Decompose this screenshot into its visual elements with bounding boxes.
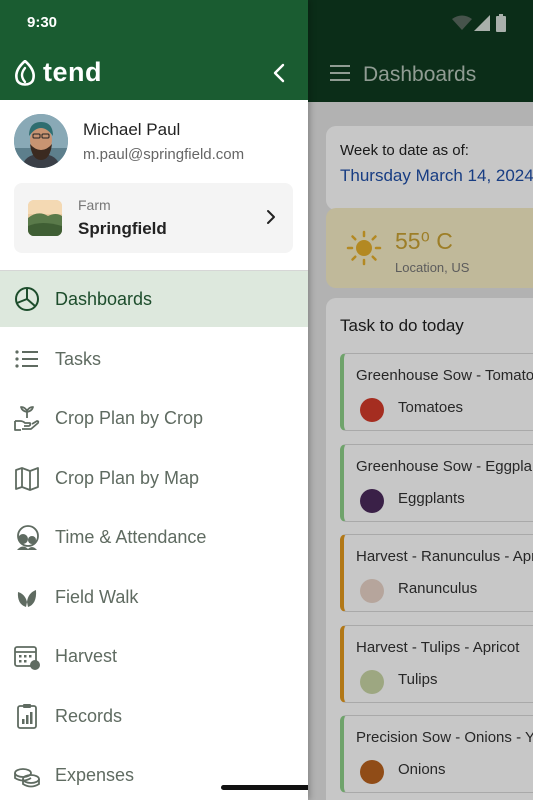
farm-name: Springfield bbox=[78, 219, 167, 238]
people-clock-icon bbox=[17, 525, 39, 550]
nav-item-field-walk[interactable]: Field Walk bbox=[0, 569, 308, 625]
nav-item-tasks[interactable]: Tasks bbox=[0, 331, 308, 387]
tend-logo-icon bbox=[14, 60, 36, 86]
pie-chart-icon bbox=[15, 287, 39, 311]
nav-item-time-and-attendance[interactable]: Time & Attendance bbox=[0, 509, 308, 565]
list-icon bbox=[15, 349, 38, 368]
user-profile: Michael Paul m.paul@springfield.com Farm… bbox=[0, 100, 308, 270]
brand-name: tend bbox=[43, 57, 102, 87]
nav-item-crop-plan-by-map[interactable]: Crop Plan by Map bbox=[0, 450, 308, 506]
seedling-hand-icon bbox=[14, 406, 40, 431]
user-name: Michael Paul bbox=[83, 120, 181, 139]
nav-item-dashboards[interactable]: Dashboards bbox=[0, 271, 308, 327]
nav-item-label: Expenses bbox=[55, 765, 135, 785]
navigation-drawer: 9:30 tend Michael Paul m.paul@springfiel… bbox=[0, 0, 308, 800]
nav-item-harvest[interactable]: Harvest bbox=[0, 628, 308, 684]
drawer-header: tend bbox=[0, 46, 308, 100]
nav-item-label: Tasks bbox=[55, 348, 102, 369]
avatar[interactable] bbox=[14, 114, 68, 168]
nav-item-label: Crop Plan by Crop bbox=[55, 408, 204, 428]
nav-item-expenses[interactable]: Expenses bbox=[0, 747, 308, 800]
farm-label: Farm bbox=[78, 197, 111, 213]
coins-icon bbox=[14, 768, 40, 788]
nav-item-crop-plan-by-crop[interactable]: Crop Plan by Crop bbox=[0, 390, 308, 446]
farm-thumbnail bbox=[28, 200, 62, 236]
nav-item-label: Crop Plan by Map bbox=[55, 467, 200, 488]
user-email: m.paul@springfield.com bbox=[83, 146, 245, 163]
nav-item-label: Harvest bbox=[55, 646, 118, 666]
home-indicator[interactable] bbox=[221, 785, 308, 790]
status-time: 9:30 bbox=[27, 14, 58, 31]
calendar-harvest-icon bbox=[14, 646, 40, 670]
nav-item-label: Records bbox=[55, 705, 123, 726]
chevron-right-icon bbox=[267, 210, 275, 224]
chevron-left-icon[interactable] bbox=[268, 61, 292, 85]
nav-item-label: Dashboards bbox=[55, 289, 153, 309]
clipboard-chart-icon bbox=[17, 703, 37, 729]
farm-selector[interactable]: Farm Springfield bbox=[14, 183, 293, 253]
nav-item-label: Time & Attendance bbox=[55, 527, 207, 547]
nav-item-label: Field Walk bbox=[55, 586, 139, 607]
drawer-status-bar: 9:30 bbox=[0, 0, 308, 46]
map-icon bbox=[15, 466, 39, 491]
nav-item-records[interactable]: Records bbox=[0, 688, 308, 744]
leaf-icon bbox=[17, 589, 37, 607]
